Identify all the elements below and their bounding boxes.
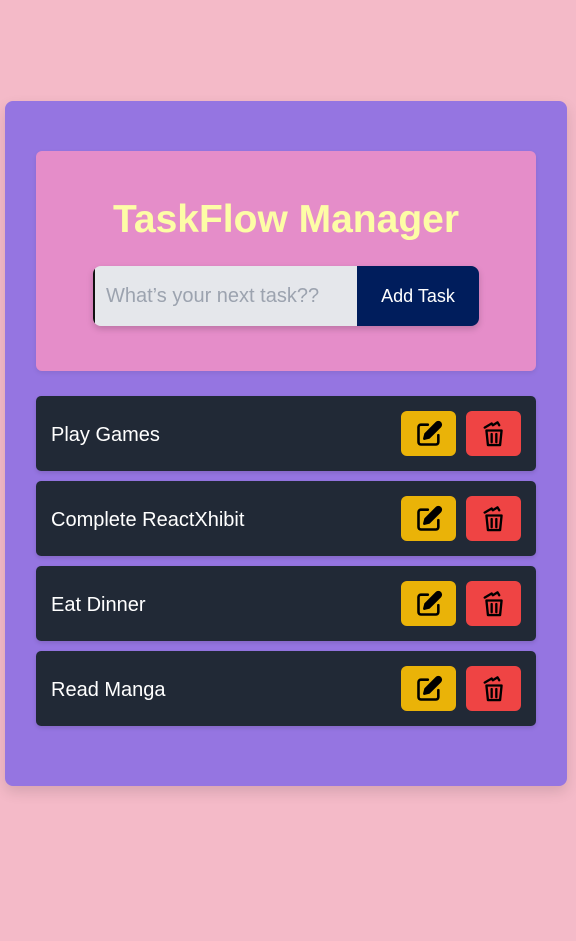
task-label: Read Manga: [51, 679, 166, 701]
task-item: Play Games: [36, 396, 536, 471]
task-input[interactable]: [93, 266, 357, 326]
delete-task-button[interactable]: [466, 496, 521, 541]
delete-task-button[interactable]: [466, 666, 521, 711]
task-item: Eat Dinner: [36, 566, 536, 641]
delete-task-button[interactable]: [466, 581, 521, 626]
trash-icon: [483, 420, 503, 446]
task-form: Add Task: [93, 266, 479, 326]
edit-icon: [416, 420, 442, 446]
task-label: Play Games: [51, 424, 160, 446]
task-label: Eat Dinner: [51, 594, 146, 616]
edit-task-button[interactable]: [401, 581, 456, 626]
task-item: Complete ReactXhibit: [36, 481, 536, 556]
app-title: TaskFlow Manager: [112, 198, 460, 241]
edit-icon: [416, 590, 442, 616]
edit-task-button[interactable]: [401, 666, 456, 711]
add-task-button[interactable]: Add Task: [357, 266, 479, 326]
task-list: Play Games Complete ReactXhibit Eat Dinn…: [36, 396, 536, 736]
trash-icon: [483, 505, 503, 531]
edit-task-button[interactable]: [401, 411, 456, 456]
edit-icon: [416, 505, 442, 531]
trash-icon: [483, 675, 503, 701]
trash-icon: [483, 590, 503, 616]
app-card: TaskFlow Manager Add Task Play Games: [5, 101, 567, 786]
task-label: Complete ReactXhibit: [51, 509, 245, 531]
delete-task-button[interactable]: [466, 411, 521, 456]
header-panel: TaskFlow Manager Add Task: [36, 151, 536, 371]
edit-task-button[interactable]: [401, 496, 456, 541]
edit-icon: [416, 675, 442, 701]
task-item: Read Manga: [36, 651, 536, 726]
